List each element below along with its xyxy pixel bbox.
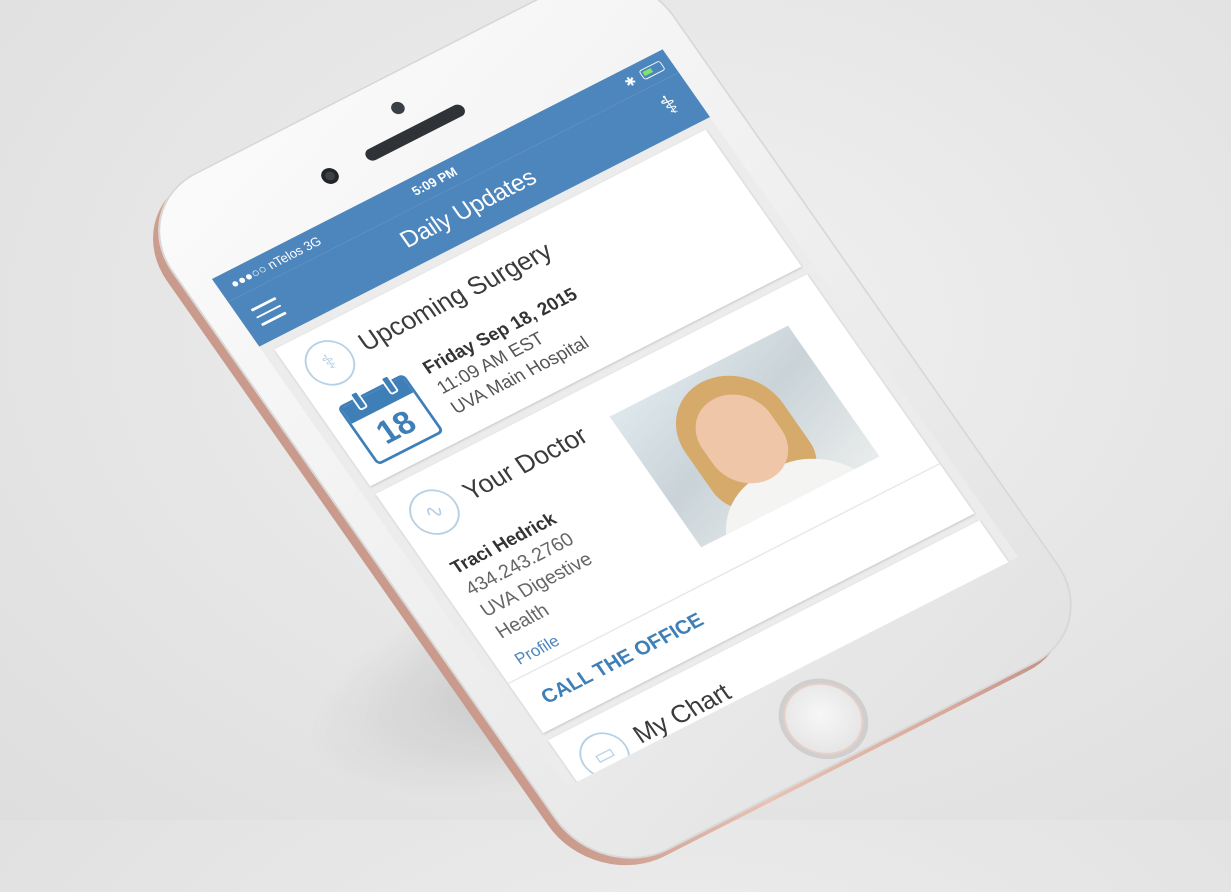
card-title: My Chart [627, 677, 737, 749]
chat-bubble-icon: ▭ [569, 724, 640, 786]
proximity-sensor [388, 99, 408, 117]
home-button[interactable] [761, 664, 886, 774]
phone-device: ●●●○○ nTelos 3G 5:09 PM ✱ Daily Updates … [120, 0, 1104, 892]
caduceus-icon: ⚕ [294, 332, 366, 394]
battery-icon [638, 60, 666, 81]
phone-body: ●●●○○ nTelos 3G 5:09 PM ✱ Daily Updates … [126, 0, 1104, 885]
stethoscope-icon: ∿ [399, 481, 470, 543]
calendar-icon: 18 [336, 373, 445, 466]
front-camera [317, 165, 343, 187]
bluetooth-icon: ✱ [621, 72, 640, 91]
earpiece-speaker [362, 102, 468, 163]
